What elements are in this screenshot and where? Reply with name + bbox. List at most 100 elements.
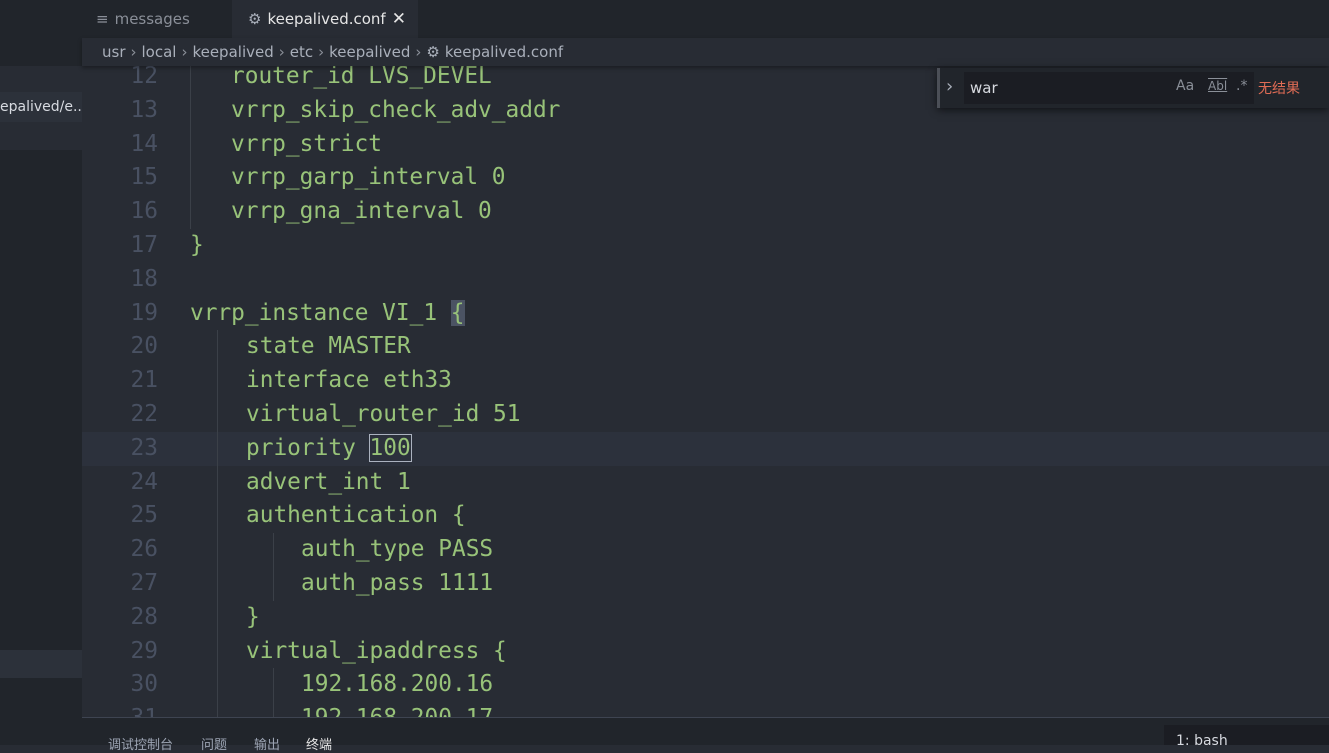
terminal-select[interactable]: 1: bash — [1164, 725, 1329, 749]
line-number: 21 — [130, 367, 158, 394]
line-number: 13 — [130, 96, 158, 123]
code-token: } — [190, 232, 204, 258]
breadcrumb-item[interactable]: keepalived.conf — [445, 43, 563, 61]
breadcrumb-item[interactable]: usr — [102, 43, 126, 61]
close-icon[interactable]: ✕ — [392, 9, 406, 29]
code-token: vrrp_gna_interval 0 — [231, 198, 492, 225]
code-text: auth_pass 1111 — [301, 567, 493, 601]
code-text: priority 100 — [246, 432, 412, 466]
breadcrumb-item[interactable]: keepalived — [192, 43, 273, 61]
code-line[interactable]: 22 virtual_router_id 51 — [82, 398, 1329, 432]
code-text: vrrp_strict — [231, 128, 382, 162]
find-widget: › war Aa Abl .* 无结果 — [937, 68, 1329, 108]
chevron-right-icon: › — [415, 43, 422, 61]
code-line[interactable]: 14 vrrp_strict — [82, 128, 1329, 162]
breadcrumb-item[interactable]: etc — [290, 43, 313, 61]
line-number: 25 — [130, 502, 158, 529]
bottom-panel: 调试控制台 问题 输出 终端 — [82, 717, 1329, 753]
code-text: advert_int 1 — [246, 466, 411, 500]
code-line[interactable]: 17} — [82, 229, 1329, 263]
indent-guide — [273, 668, 274, 717]
code-token: router_id LVS_DEVEL — [231, 63, 492, 89]
tab-messages[interactable]: ≡ messages — [96, 0, 190, 38]
code-line[interactable]: 24 advert_int 1 — [82, 466, 1329, 500]
code-text: vrrp_skip_check_adv_addr — [231, 94, 560, 128]
find-result: 无结果 — [1258, 81, 1300, 97]
line-number: 18 — [130, 265, 158, 292]
code-text: vrrp_garp_interval 0 — [231, 161, 506, 195]
code-line[interactable]: 18 — [82, 263, 1329, 297]
indent-guide — [273, 533, 274, 601]
code-text: vrrp_instance VI_1 { — [190, 297, 465, 331]
code-text: 192.168.200.16 — [301, 668, 493, 702]
code-token: auth_pass 1111 — [301, 570, 494, 596]
code-token: virtual_router_id 51 — [246, 401, 521, 427]
code-line[interactable]: 21 interface eth33 — [82, 364, 1329, 398]
code-text: auth_type PASS — [301, 533, 493, 567]
breadcrumb-item[interactable]: local — [142, 43, 177, 61]
chevron-right-icon: › — [130, 43, 137, 61]
gear-icon: ⚙ — [248, 10, 262, 28]
tab-keepalived-conf[interactable]: ⚙ keepalived.conf ✕ — [232, 0, 418, 38]
tab-debug-console[interactable]: 调试控制台 — [108, 734, 173, 753]
list-icon: ≡ — [96, 10, 109, 28]
sidebar-selected-row[interactable] — [0, 650, 82, 678]
line-number: 23 — [130, 434, 158, 461]
tab-terminal[interactable]: 终端 — [306, 734, 332, 753]
code-line[interactable]: 31 192.168.200.17 — [82, 702, 1329, 717]
line-number: 22 — [130, 401, 158, 427]
match-case-icon[interactable]: Aa — [1176, 78, 1194, 94]
tab-bar: ≡ messages ⚙ keepalived.conf ✕ — [82, 0, 1329, 38]
matched-bracket: { — [450, 299, 465, 326]
code-line[interactable]: 25 authentication { — [82, 499, 1329, 533]
code-line[interactable]: 26 auth_type PASS — [82, 533, 1329, 567]
chevron-right-icon[interactable]: › — [946, 76, 953, 97]
code-text: virtual_ipaddress { — [246, 635, 507, 669]
regex-icon[interactable]: .* — [1236, 78, 1247, 94]
code-token: vrrp_strict — [231, 130, 382, 157]
code-token: 192.168.200.16 — [301, 671, 494, 698]
tab-problems[interactable]: 问题 — [201, 734, 227, 753]
code-line[interactable]: 19 vrrp_instance VI_1 { — [82, 297, 1329, 331]
open-editor-item[interactable]: epalived/e... — [0, 92, 82, 122]
code-editor[interactable]: 12 router_id LVS_DEVEL 13 vrrp_skip_check_a… — [82, 60, 1329, 717]
line-number: 20 — [130, 333, 158, 360]
code-line[interactable]: 15 vrrp_garp_interval 0 — [82, 161, 1329, 195]
line-number: 16 — [130, 198, 158, 225]
code-token: interface eth33 — [246, 367, 452, 394]
line-number: 24 — [130, 468, 158, 495]
line-number: 31 — [82, 702, 158, 717]
line-number: 28 — [130, 603, 158, 630]
code-token: 192.168.200.17 — [301, 705, 493, 717]
indent-guide — [190, 60, 191, 229]
gear-icon: ⚙ — [426, 43, 440, 61]
code-token: authentication { — [246, 502, 466, 529]
highlighted-word: 100 — [368, 433, 412, 462]
code-token: state MASTER — [246, 333, 411, 360]
chevron-right-icon: › — [278, 43, 285, 61]
line-number: 19 — [130, 299, 158, 326]
code-token: auth_type PASS — [301, 536, 494, 563]
code-token: virtual_ipaddress { — [246, 637, 507, 664]
code-line[interactable]: 27 auth_pass 1111 — [82, 567, 1329, 601]
chevron-right-icon: › — [181, 43, 188, 61]
line-number: 30 — [130, 671, 158, 698]
code-text: } — [190, 229, 204, 263]
breadcrumb-item[interactable]: keepalived — [329, 43, 410, 61]
code-line[interactable]: 20 state MASTER — [82, 330, 1329, 364]
code-line[interactable]: 30 192.168.200.16 — [82, 668, 1329, 702]
code-text: } — [246, 601, 260, 635]
whole-word-icon[interactable]: Abl — [1208, 79, 1227, 93]
breadcrumb: usr › local › keepalived › etc › keepalived ›… — [82, 38, 1329, 66]
chevron-right-icon: › — [318, 43, 325, 61]
tab-output[interactable]: 输出 — [254, 734, 280, 753]
code-line[interactable]: 23 priority 100 — [82, 431, 1329, 466]
code-line[interactable]: 16 vrrp_gna_interval 0 — [82, 195, 1329, 229]
code-token: vrrp_skip_check_adv_addr — [231, 96, 561, 123]
code-line[interactable]: 28} — [82, 601, 1329, 635]
code-line[interactable]: 29 virtual_ipaddress { — [82, 635, 1329, 669]
code-token: vrrp_instance VI_1 — [190, 299, 451, 326]
line-number: 14 — [130, 130, 158, 157]
code-text: vrrp_gna_interval 0 — [231, 195, 492, 229]
sidebar: epalived/e... — [0, 0, 82, 745]
